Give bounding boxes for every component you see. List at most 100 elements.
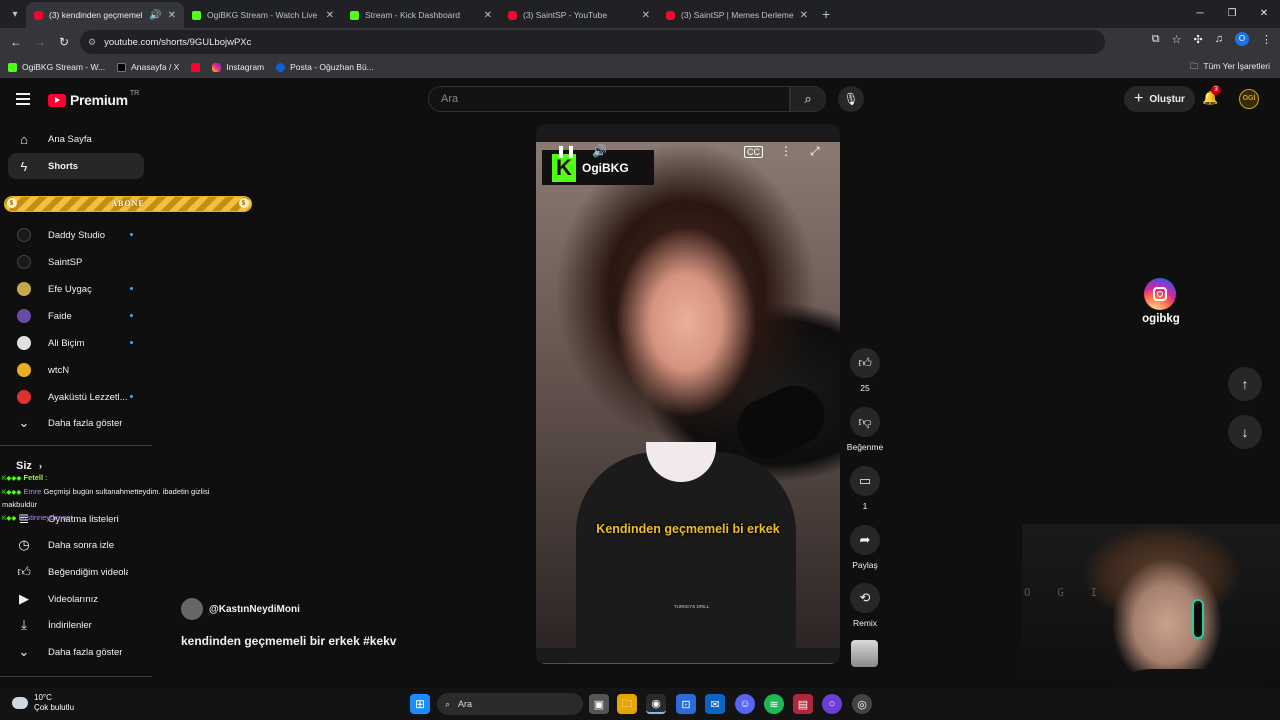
sidebar-item-home[interactable]: ⌂ Ana Sayfa xyxy=(8,126,144,152)
youtube-logo[interactable]: Premium TR xyxy=(48,90,139,108)
video-frame[interactable] xyxy=(536,142,840,652)
progress-bar[interactable] xyxy=(540,663,836,664)
create-button[interactable]: + Oluştur xyxy=(1124,86,1195,112)
sidebar-item-wtcn[interactable]: wtcN xyxy=(8,357,144,383)
close-tab-icon[interactable]: ✕ xyxy=(642,10,650,21)
app-icon[interactable]: ○ xyxy=(822,694,842,714)
profile-avatar[interactable]: O xyxy=(1235,32,1249,46)
sidebar-item-your-videos[interactable]: ▶ Videolarınız xyxy=(8,586,144,612)
dislike-button[interactable]: 👎︎ Beğenme xyxy=(846,407,884,452)
tab-title: OgiBKG Stream - Watch Live on xyxy=(207,10,320,20)
browser-tab-1[interactable]: (3) kendinden geçmemeli bi 🔊 ✕ xyxy=(26,2,184,28)
streaming-app-icon[interactable]: ▤ xyxy=(793,694,813,714)
share-button[interactable]: ➦ Paylaş xyxy=(846,525,884,570)
voice-search-button[interactable]: 🎙 xyxy=(838,86,864,112)
close-tab-icon[interactable]: ✕ xyxy=(484,10,492,21)
sidebar-show-more[interactable]: ⌄ Daha fazla göster xyxy=(8,410,144,436)
you-section-heading[interactable]: Siz › xyxy=(16,460,42,472)
bookmark-star-icon[interactable]: ☆ xyxy=(1172,33,1182,46)
kick-favicon-icon xyxy=(8,62,17,72)
close-tab-icon[interactable]: ✕ xyxy=(168,10,176,21)
outlook-icon[interactable]: ✉ xyxy=(705,694,725,714)
sidebar-item-liked-videos[interactable]: 👍︎ Beğendiğim videolar xyxy=(8,559,144,585)
fullscreen-icon[interactable]: ⤢ xyxy=(810,144,820,159)
bookmark-item[interactable]: OgiBKG Stream - W... xyxy=(8,62,105,72)
browser-tab-4[interactable]: (3) SaintSP - YouTube ✕ xyxy=(500,2,658,28)
account-avatar[interactable]: OGİ xyxy=(1239,89,1259,109)
remix-button[interactable]: ⟲ Remix xyxy=(846,583,884,628)
install-app-icon[interactable]: ⧉ xyxy=(1152,33,1160,46)
bookmark-item[interactable]: Anasayfa / X xyxy=(117,62,179,72)
more-options-icon[interactable]: ⋮ xyxy=(780,144,792,158)
browser-menu-icon[interactable]: ⋮ xyxy=(1261,33,1272,46)
captions-icon[interactable]: CC xyxy=(744,146,763,158)
like-button[interactable]: 👍︎ 25 xyxy=(846,348,884,393)
taskbar-search[interactable]: ⌕ Ara xyxy=(437,693,583,715)
sidebar-item-ali-bicim[interactable]: Ali Biçim xyxy=(8,330,144,356)
all-bookmarks-button[interactable]: 🗀 Tüm Yer İşaretleri xyxy=(1190,61,1270,75)
search-input[interactable]: Ara xyxy=(428,86,790,112)
spotify-icon[interactable]: ≋ xyxy=(764,694,784,714)
browser-tab-5[interactable]: (3) SaintSP | Memes Derleme # ✕ xyxy=(658,2,816,28)
search-button[interactable]: ⌕ xyxy=(790,86,826,112)
minimize-icon[interactable]: ─ xyxy=(1184,0,1216,28)
bookmark-item[interactable] xyxy=(191,62,201,72)
pause-icon[interactable]: ❚❚ xyxy=(556,144,576,158)
weather-widget[interactable]: 10°C Çok bulutlu xyxy=(8,693,74,713)
windows-start-icon[interactable]: ⊞ xyxy=(410,694,430,714)
clock-icon: ◷ xyxy=(18,537,30,552)
audio-icon[interactable]: 🔊 xyxy=(149,10,161,21)
sidebar-item-shorts[interactable]: ϟ Shorts xyxy=(8,153,144,179)
next-short-button[interactable]: ↓ xyxy=(1228,415,1262,449)
sidebar-item-daddy-studio[interactable]: Daddy Studio xyxy=(8,222,144,248)
tab-title: (3) kendinden geçmemeli bi xyxy=(49,10,144,20)
close-tab-icon[interactable]: ✕ xyxy=(326,10,334,21)
sidebar-show-more-2[interactable]: ⌄ Daha fazla göster xyxy=(8,639,144,665)
instagram-favicon-icon xyxy=(212,62,222,72)
store-icon[interactable]: ⊡ xyxy=(676,694,696,714)
reload-icon[interactable]: ↻ xyxy=(52,35,76,49)
close-window-icon[interactable]: ✕ xyxy=(1248,0,1280,28)
sidebar-item-efe-uygac[interactable]: Efe Uygaç xyxy=(8,276,144,302)
url-bar[interactable]: ⚙ youtube.com/shorts/9GULbojwPXc xyxy=(80,30,1105,54)
sidebar-item-label: Daha fazla göster xyxy=(48,417,123,429)
extensions-icon[interactable]: ✣ xyxy=(1194,33,1203,46)
window-controls: ─ ❐ ✕ xyxy=(1184,0,1280,28)
volume-icon[interactable]: 🔊 xyxy=(592,144,607,158)
bookmark-item[interactable]: Posta - Oğuzhan Bü... xyxy=(276,62,374,72)
site-info-icon[interactable]: ⚙ xyxy=(88,37,96,48)
forward-icon[interactable]: → xyxy=(28,35,52,49)
previous-short-button[interactable]: ↑ xyxy=(1228,367,1262,401)
tab-title: (3) SaintSP | Memes Derleme # xyxy=(681,10,794,20)
bookmark-item[interactable]: Instagram xyxy=(212,62,264,72)
browser-tab-2[interactable]: OgiBKG Stream - Watch Live on ✕ xyxy=(184,2,342,28)
sidebar-item-ayakustu[interactable]: Ayaküstü Lezzetl... xyxy=(8,384,144,410)
obs-icon[interactable]: ◎ xyxy=(852,694,872,714)
sidebar-item-faide[interactable]: Faide xyxy=(8,303,144,329)
sidebar-item-downloads[interactable]: ⤓ İndirilenler xyxy=(8,612,144,638)
back-icon[interactable]: ← xyxy=(4,35,28,49)
browser-tab-3[interactable]: Stream - Kick Dashboard ✕ xyxy=(342,2,500,28)
channel-name[interactable]: @KastınNeydiMoni xyxy=(209,604,300,615)
new-tab-button[interactable]: + xyxy=(822,6,830,22)
notifications-button[interactable]: 🔔 3 xyxy=(1202,85,1221,106)
new-content-dot xyxy=(130,287,133,290)
sidebar-divider xyxy=(0,676,152,677)
chrome-icon[interactable]: ◉ xyxy=(646,694,666,714)
maximize-icon[interactable]: ❐ xyxy=(1216,0,1248,28)
comments-button[interactable]: ▭ 1 xyxy=(846,466,884,511)
discord-icon[interactable]: ☺ xyxy=(735,694,755,714)
tab-search-button[interactable]: ▾ xyxy=(4,4,26,24)
task-view-icon[interactable]: ▣ xyxy=(589,694,609,714)
channel-info[interactable]: @KastınNeydiMoni xyxy=(181,598,300,620)
sound-thumbnail[interactable] xyxy=(851,640,878,667)
bookmark-label: Posta - Oğuzhan Bü... xyxy=(290,62,374,72)
taskbar: 10°C Çok bulutlu ⊞ ⌕ Ara ▣ 🗀 ◉ ⊡ ✉ ☺ ≋ ▤… xyxy=(0,688,1280,720)
sidebar-item-watch-later[interactable]: ◷ Daha sonra izle xyxy=(8,532,144,558)
shorts-player[interactable]: K OgiBKG ❚❚ 🔊 CC ⋮ ⤢ Kendinden geçmemeli… xyxy=(536,124,840,664)
close-tab-icon[interactable]: ✕ xyxy=(800,10,808,21)
menu-icon[interactable] xyxy=(16,93,30,108)
sidebar-item-saintsp[interactable]: SaintSP xyxy=(8,249,144,275)
media-control-icon[interactable]: ♫ xyxy=(1215,33,1223,45)
file-explorer-icon[interactable]: 🗀 xyxy=(617,694,637,714)
